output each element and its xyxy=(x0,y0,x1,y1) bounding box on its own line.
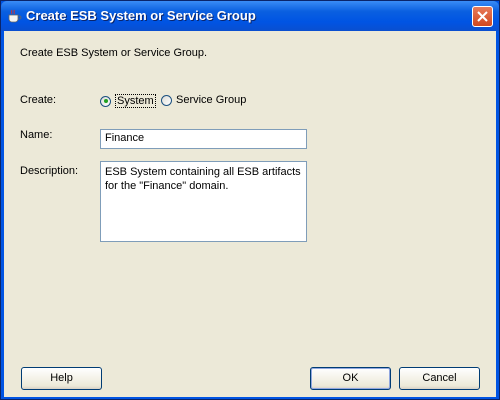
close-button[interactable] xyxy=(472,6,493,27)
radio-service-group-label: Service Group xyxy=(176,94,247,106)
cancel-button[interactable]: Cancel xyxy=(399,367,480,390)
dialog-content: Create ESB System or Service Group. Crea… xyxy=(4,31,496,397)
intro-text: Create ESB System or Service Group. xyxy=(20,47,208,59)
radio-service-group[interactable]: Service Group xyxy=(161,94,246,106)
radio-selected-indicator xyxy=(100,95,111,107)
name-field[interactable]: Finance xyxy=(100,129,307,149)
dialog-window: Create ESB System or Service Group Creat… xyxy=(0,0,500,400)
description-label: Description: xyxy=(20,165,79,177)
create-label: Create: xyxy=(20,94,57,106)
close-icon xyxy=(477,11,488,22)
help-button[interactable]: Help xyxy=(21,367,102,390)
ok-button[interactable]: OK xyxy=(310,367,391,390)
radio-unselected-indicator xyxy=(161,94,172,106)
radio-system-label: System xyxy=(115,94,156,108)
name-label: Name: xyxy=(20,129,53,141)
window-title: Create ESB System or Service Group xyxy=(26,8,256,23)
title-bar[interactable]: Create ESB System or Service Group xyxy=(1,1,499,31)
radio-system[interactable]: System xyxy=(100,94,156,108)
coffee-cup-icon xyxy=(6,8,22,24)
description-field[interactable]: ESB System containing all ESB artifacts … xyxy=(100,161,307,242)
